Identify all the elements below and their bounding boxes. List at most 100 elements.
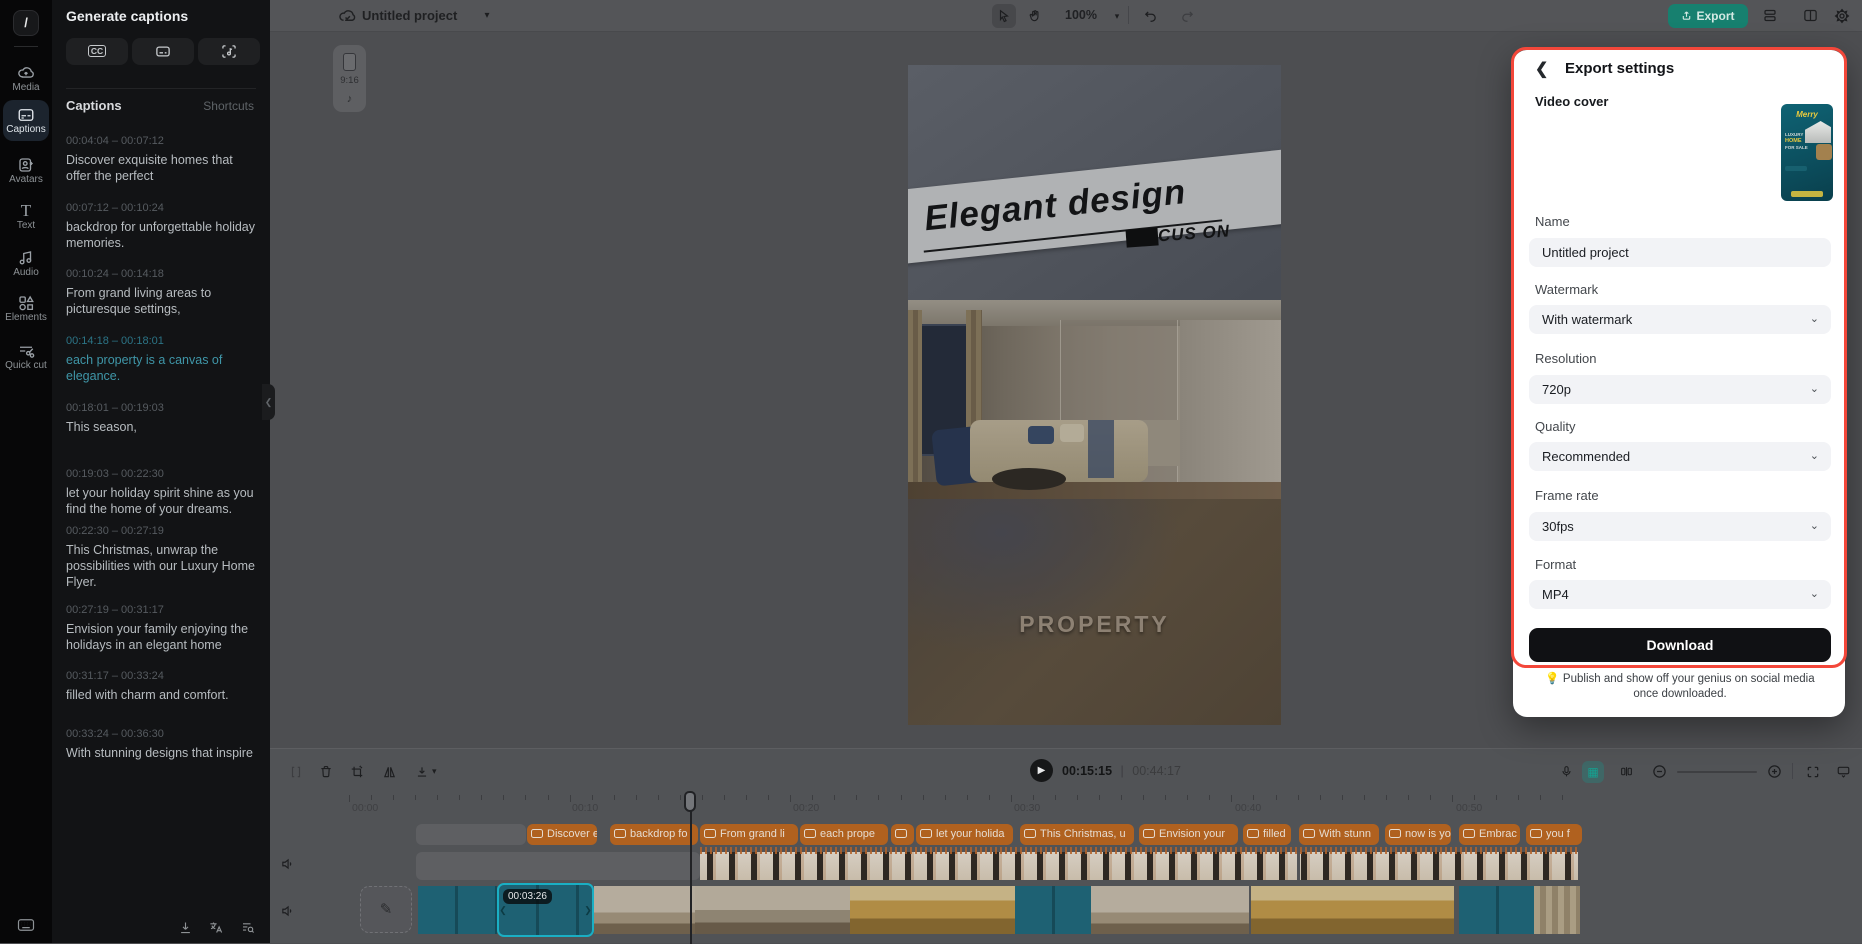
trim-handle-right[interactable]: ❯ xyxy=(584,897,592,923)
caption-list-item-active[interactable]: 00:14:18 – 00:18:01 each property is a c… xyxy=(66,335,258,384)
undo-button[interactable] xyxy=(1138,4,1162,28)
timeline-zoom-out-button[interactable] xyxy=(1648,761,1670,783)
fullscreen-timeline-button[interactable] xyxy=(1802,761,1824,783)
trim-handle-left[interactable]: ❮ xyxy=(499,897,507,923)
timeline-ruler[interactable]: 00:00 00:10 00:20 00:30 00:40 00:50 xyxy=(270,793,1862,819)
video-clip-interior[interactable] xyxy=(695,886,850,934)
timeline-caption-clip[interactable]: let your holida xyxy=(916,824,1013,845)
avatar-track-mute-button[interactable] xyxy=(280,857,295,871)
quality-select[interactable]: Recommended⌄ xyxy=(1529,442,1831,471)
video-clip-ballroom[interactable] xyxy=(850,886,1015,934)
play-button[interactable]: ▶ xyxy=(1030,759,1053,782)
caption-list-item[interactable]: 00:18:01 – 00:19:03 This season, xyxy=(66,402,258,435)
caption-list-item[interactable]: 00:27:19 – 00:31:17 Envision your family… xyxy=(66,604,258,653)
layout-toggle-button[interactable] xyxy=(1798,4,1822,28)
format-select[interactable]: MP4⌄ xyxy=(1529,580,1831,609)
select-tool-button[interactable] xyxy=(992,4,1016,28)
delete-clip-button[interactable] xyxy=(315,761,337,783)
video-clip-ballroom[interactable] xyxy=(1251,886,1454,934)
timeline-caption-clip[interactable]: Embrac xyxy=(1459,824,1520,845)
split-tool-button[interactable] xyxy=(285,761,307,783)
preview-display-button[interactable] xyxy=(1832,761,1854,783)
video-preview[interactable]: Elegant design CUS ON PROPERTY xyxy=(908,65,1281,725)
zoom-level[interactable]: 100% xyxy=(1065,8,1097,22)
lyrics-recognition-button[interactable] xyxy=(198,38,260,65)
redo-button[interactable] xyxy=(1175,4,1199,28)
mirror-clip-button[interactable] xyxy=(378,761,400,783)
tiktok-icon[interactable]: ♪ xyxy=(333,93,366,105)
caption-list-item[interactable]: 00:07:12 – 00:10:24 backdrop for unforge… xyxy=(66,202,258,251)
shortcuts-link[interactable]: Shortcuts xyxy=(203,99,254,113)
export-upload-icon xyxy=(1681,10,1692,21)
export-button[interactable]: Export xyxy=(1668,4,1748,28)
video-clip-interior[interactable] xyxy=(594,886,695,934)
video-cover-thumbnail[interactable]: Merry LUXURY HOME FOR SALE xyxy=(1781,104,1833,201)
hand-tool-button[interactable] xyxy=(1023,4,1047,28)
auto-captions-button[interactable]: CC xyxy=(66,38,128,65)
video-clip-flyer[interactable] xyxy=(418,886,497,934)
caption-list-item[interactable]: 00:04:04 – 00:07:12 Discover exquisite h… xyxy=(66,135,258,184)
app-logo-icon[interactable]: / xyxy=(13,10,39,36)
caption-list-item[interactable]: 00:19:03 – 00:22:30 let your holiday spi… xyxy=(66,468,258,517)
sidebar-item-media[interactable]: Media xyxy=(3,58,49,99)
split-view-button[interactable] xyxy=(1615,761,1637,783)
caption-list-item[interactable]: 00:31:17 – 00:33:24 filled with charm an… xyxy=(66,670,258,703)
keyboard-shortcuts-button[interactable] xyxy=(3,916,49,934)
timeline-caption-clip[interactable]: each prope xyxy=(800,824,888,845)
timeline-zoom-slider[interactable] xyxy=(1677,771,1757,773)
project-name[interactable]: Untitled project xyxy=(362,8,457,23)
avatar-track-placeholder[interactable] xyxy=(416,852,700,880)
timeline-caption-clip[interactable]: you f xyxy=(1526,824,1582,845)
video-clip-interior[interactable] xyxy=(1091,886,1249,934)
caption-search-button[interactable] xyxy=(240,920,256,935)
voiceover-button[interactable] xyxy=(1555,761,1577,783)
back-button[interactable]: ❮ xyxy=(1535,59,1548,79)
video-clip-selected[interactable]: 00:03:26 ❮ ❯ xyxy=(497,883,594,937)
download-button[interactable]: Download xyxy=(1529,628,1831,662)
timeline-caption-clip[interactable]: now is yo xyxy=(1385,824,1451,845)
avatar-clip[interactable] xyxy=(700,852,1578,880)
settings-button[interactable] xyxy=(1830,4,1854,28)
timeline-caption-clip[interactable] xyxy=(891,824,914,845)
cover-edit-button[interactable]: ✎ xyxy=(360,886,412,933)
caption-list-item[interactable]: 00:33:24 – 00:36:30 With stunning design… xyxy=(66,728,258,761)
watermark-select[interactable]: With watermark⌄ xyxy=(1529,305,1831,334)
frame-rate-select[interactable]: 30fps⌄ xyxy=(1529,512,1831,541)
timeline-zoom-in-button[interactable] xyxy=(1763,761,1785,783)
video-track-mute-button[interactable] xyxy=(280,904,295,918)
playhead-handle[interactable] xyxy=(684,791,696,812)
download-frame-button[interactable] xyxy=(411,761,433,783)
video-clip-curtain[interactable] xyxy=(1534,886,1580,934)
timeline-caption-clip[interactable]: Discover e xyxy=(527,824,597,845)
name-input[interactable] xyxy=(1542,239,1812,266)
sidebar-item-audio[interactable]: Audio xyxy=(3,243,49,284)
sidebar-item-avatars[interactable]: Avatars xyxy=(3,150,49,191)
video-clip-flyer[interactable] xyxy=(1015,886,1091,934)
timeline-caption-clip[interactable]: This Christmas, u xyxy=(1020,824,1134,845)
download-chevron-icon[interactable]: ▾ xyxy=(432,766,437,777)
project-menu-chevron-icon[interactable]: ▾ xyxy=(475,4,499,28)
sidebar-item-text[interactable]: T Text xyxy=(3,196,49,237)
timeline-caption-clip[interactable]: filled xyxy=(1243,824,1291,845)
render-queue-button[interactable] xyxy=(1758,4,1782,28)
sidebar-item-captions[interactable]: Captions xyxy=(3,100,49,141)
video-clip-flyer[interactable] xyxy=(1459,886,1534,934)
resolution-select[interactable]: 720p⌄ xyxy=(1529,375,1831,404)
translate-captions-button[interactable] xyxy=(208,920,224,935)
auto-captions-track-button[interactable]: ▦ xyxy=(1582,761,1604,783)
panel-collapse-handle[interactable]: ❮ xyxy=(262,384,275,420)
manual-captions-button[interactable] xyxy=(132,38,194,65)
sidebar-item-quick-cut[interactable]: Quick cut xyxy=(3,336,49,377)
zoom-chevron-icon[interactable]: ▾ xyxy=(1105,4,1129,28)
caption-track-placeholder[interactable] xyxy=(416,824,526,845)
export-captions-button[interactable] xyxy=(178,920,193,935)
sidebar-item-elements[interactable]: Elements xyxy=(3,288,49,329)
timeline-caption-clip[interactable]: With stunn xyxy=(1299,824,1379,845)
caption-list-item[interactable]: 00:10:24 – 00:14:18 From grand living ar… xyxy=(66,268,258,317)
timeline-caption-clip[interactable]: Envision your xyxy=(1139,824,1238,845)
timeline-caption-clip[interactable]: From grand li xyxy=(700,824,798,845)
crop-clip-button[interactable] xyxy=(346,761,368,783)
timeline-caption-clip[interactable]: backdrop fo xyxy=(610,824,698,845)
aspect-ratio-widget[interactable]: 9:16 ♪ xyxy=(333,45,366,112)
caption-list-item[interactable]: 00:22:30 – 00:27:19 This Christmas, unwr… xyxy=(66,525,258,590)
